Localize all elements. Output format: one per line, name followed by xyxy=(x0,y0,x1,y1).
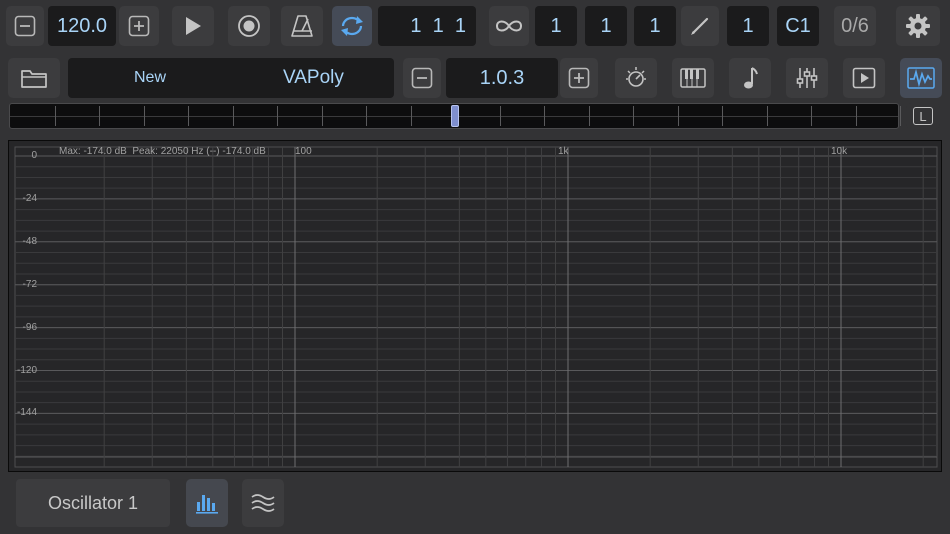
pencil-button[interactable] xyxy=(681,6,719,46)
loop-ticks-field[interactable]: 1 xyxy=(634,6,676,46)
scrubber-tick xyxy=(633,106,634,126)
module-selector[interactable]: Oscillator 1 xyxy=(16,479,170,527)
play-button[interactable] xyxy=(172,6,214,46)
lock-label: L xyxy=(913,107,933,125)
db-label: -96 xyxy=(22,321,37,333)
settings-button[interactable] xyxy=(896,6,940,46)
tempo-field[interactable]: 120.0 xyxy=(48,6,116,46)
note-button[interactable] xyxy=(729,58,771,98)
record-icon xyxy=(238,15,260,37)
keyboard-button[interactable] xyxy=(672,58,714,98)
position-scrubber[interactable] xyxy=(9,103,901,129)
loop-bars-field[interactable]: 1 xyxy=(535,6,577,46)
playback-button[interactable] xyxy=(843,58,885,98)
plus-icon xyxy=(568,67,590,89)
metronome-icon xyxy=(291,15,313,37)
scrubber-tick xyxy=(811,106,812,126)
db-label: -48 xyxy=(22,235,37,247)
scrubber-tick xyxy=(143,106,145,126)
scrubber-tick xyxy=(722,106,723,126)
spectrum-bars-icon xyxy=(196,495,218,514)
freq-label: 1k xyxy=(558,146,569,157)
sliders-icon xyxy=(796,68,818,88)
note-field[interactable]: C1 xyxy=(777,6,819,46)
scrubber-tick xyxy=(677,106,679,126)
scrubber-tick xyxy=(766,106,768,126)
freq-label: 100 xyxy=(295,146,312,157)
plus-icon xyxy=(128,15,150,37)
waves-icon xyxy=(251,494,275,512)
loop-beats-field[interactable]: 1 xyxy=(585,6,627,46)
spectrum-analyzer: Max: -174.0 dB Peak: 22050 Hz (--) -174.… xyxy=(8,140,942,472)
pencil-icon xyxy=(691,17,709,35)
analyzer-readout: Max: -174.0 dB Peak: 22050 Hz (--) -174.… xyxy=(59,146,266,157)
pencil-value-field[interactable]: 1 xyxy=(727,6,769,46)
tuner-icon xyxy=(626,67,646,87)
scrubber-tick xyxy=(499,106,501,126)
version-minus-button[interactable] xyxy=(403,58,441,98)
piano-icon xyxy=(680,68,706,88)
scrubber-tick xyxy=(277,106,278,126)
waveform-button[interactable] xyxy=(900,58,942,98)
gear-icon xyxy=(906,14,930,38)
lock-button[interactable]: L xyxy=(906,103,940,129)
freq-label: 10k xyxy=(831,146,848,157)
wave-view-button[interactable] xyxy=(242,479,284,527)
scrubber-tick xyxy=(900,106,901,126)
analyzer-grid xyxy=(14,146,938,468)
play-icon xyxy=(186,17,201,35)
position-field[interactable]: 1 1 1 xyxy=(378,6,476,46)
record-button[interactable] xyxy=(228,6,270,46)
scrubber-tick xyxy=(544,106,545,126)
version-field[interactable]: 1.0.3 xyxy=(446,58,558,98)
folder-icon xyxy=(21,70,47,88)
infinity-icon xyxy=(495,20,523,32)
scrubber-tick xyxy=(855,106,857,126)
voice-count-display: 0/6 xyxy=(834,6,876,46)
scrubber-tick xyxy=(410,106,412,126)
preset-bank-label: New xyxy=(134,69,167,86)
scrubber-tick xyxy=(188,106,189,126)
version-plus-button[interactable] xyxy=(560,58,598,98)
db-label: -120 xyxy=(16,364,37,376)
loop-icon xyxy=(341,16,363,36)
metronome-button[interactable] xyxy=(281,6,323,46)
waveform-icon xyxy=(907,67,935,89)
minus-icon xyxy=(14,15,36,37)
scrubber-tick xyxy=(232,106,234,126)
preset-name-label: VAPoly xyxy=(283,67,344,88)
spectrum-view-button[interactable] xyxy=(186,479,228,527)
scrubber-tick xyxy=(99,106,100,126)
loop-button[interactable] xyxy=(332,6,372,46)
scrubber-tick xyxy=(54,106,56,126)
play-box-icon xyxy=(852,67,876,89)
scrubber-tick xyxy=(588,106,590,126)
infinity-button[interactable] xyxy=(489,6,529,46)
tempo-minus-button[interactable] xyxy=(6,6,44,46)
mixer-button[interactable] xyxy=(786,58,828,98)
tempo-plus-button[interactable] xyxy=(119,6,159,46)
db-label: -144 xyxy=(16,407,37,419)
preset-selector[interactable]: New VAPoly xyxy=(68,58,394,98)
db-label: 0 xyxy=(31,150,37,161)
scrubber-tick xyxy=(321,106,323,126)
tuner-button[interactable] xyxy=(615,58,657,98)
db-label: -72 xyxy=(22,278,37,290)
scrubber-tick xyxy=(366,106,367,126)
minus-icon xyxy=(411,67,433,89)
scrubber-handle[interactable] xyxy=(451,105,459,127)
open-folder-button[interactable] xyxy=(8,58,60,98)
note-icon xyxy=(744,67,758,89)
db-label: -24 xyxy=(22,192,37,204)
